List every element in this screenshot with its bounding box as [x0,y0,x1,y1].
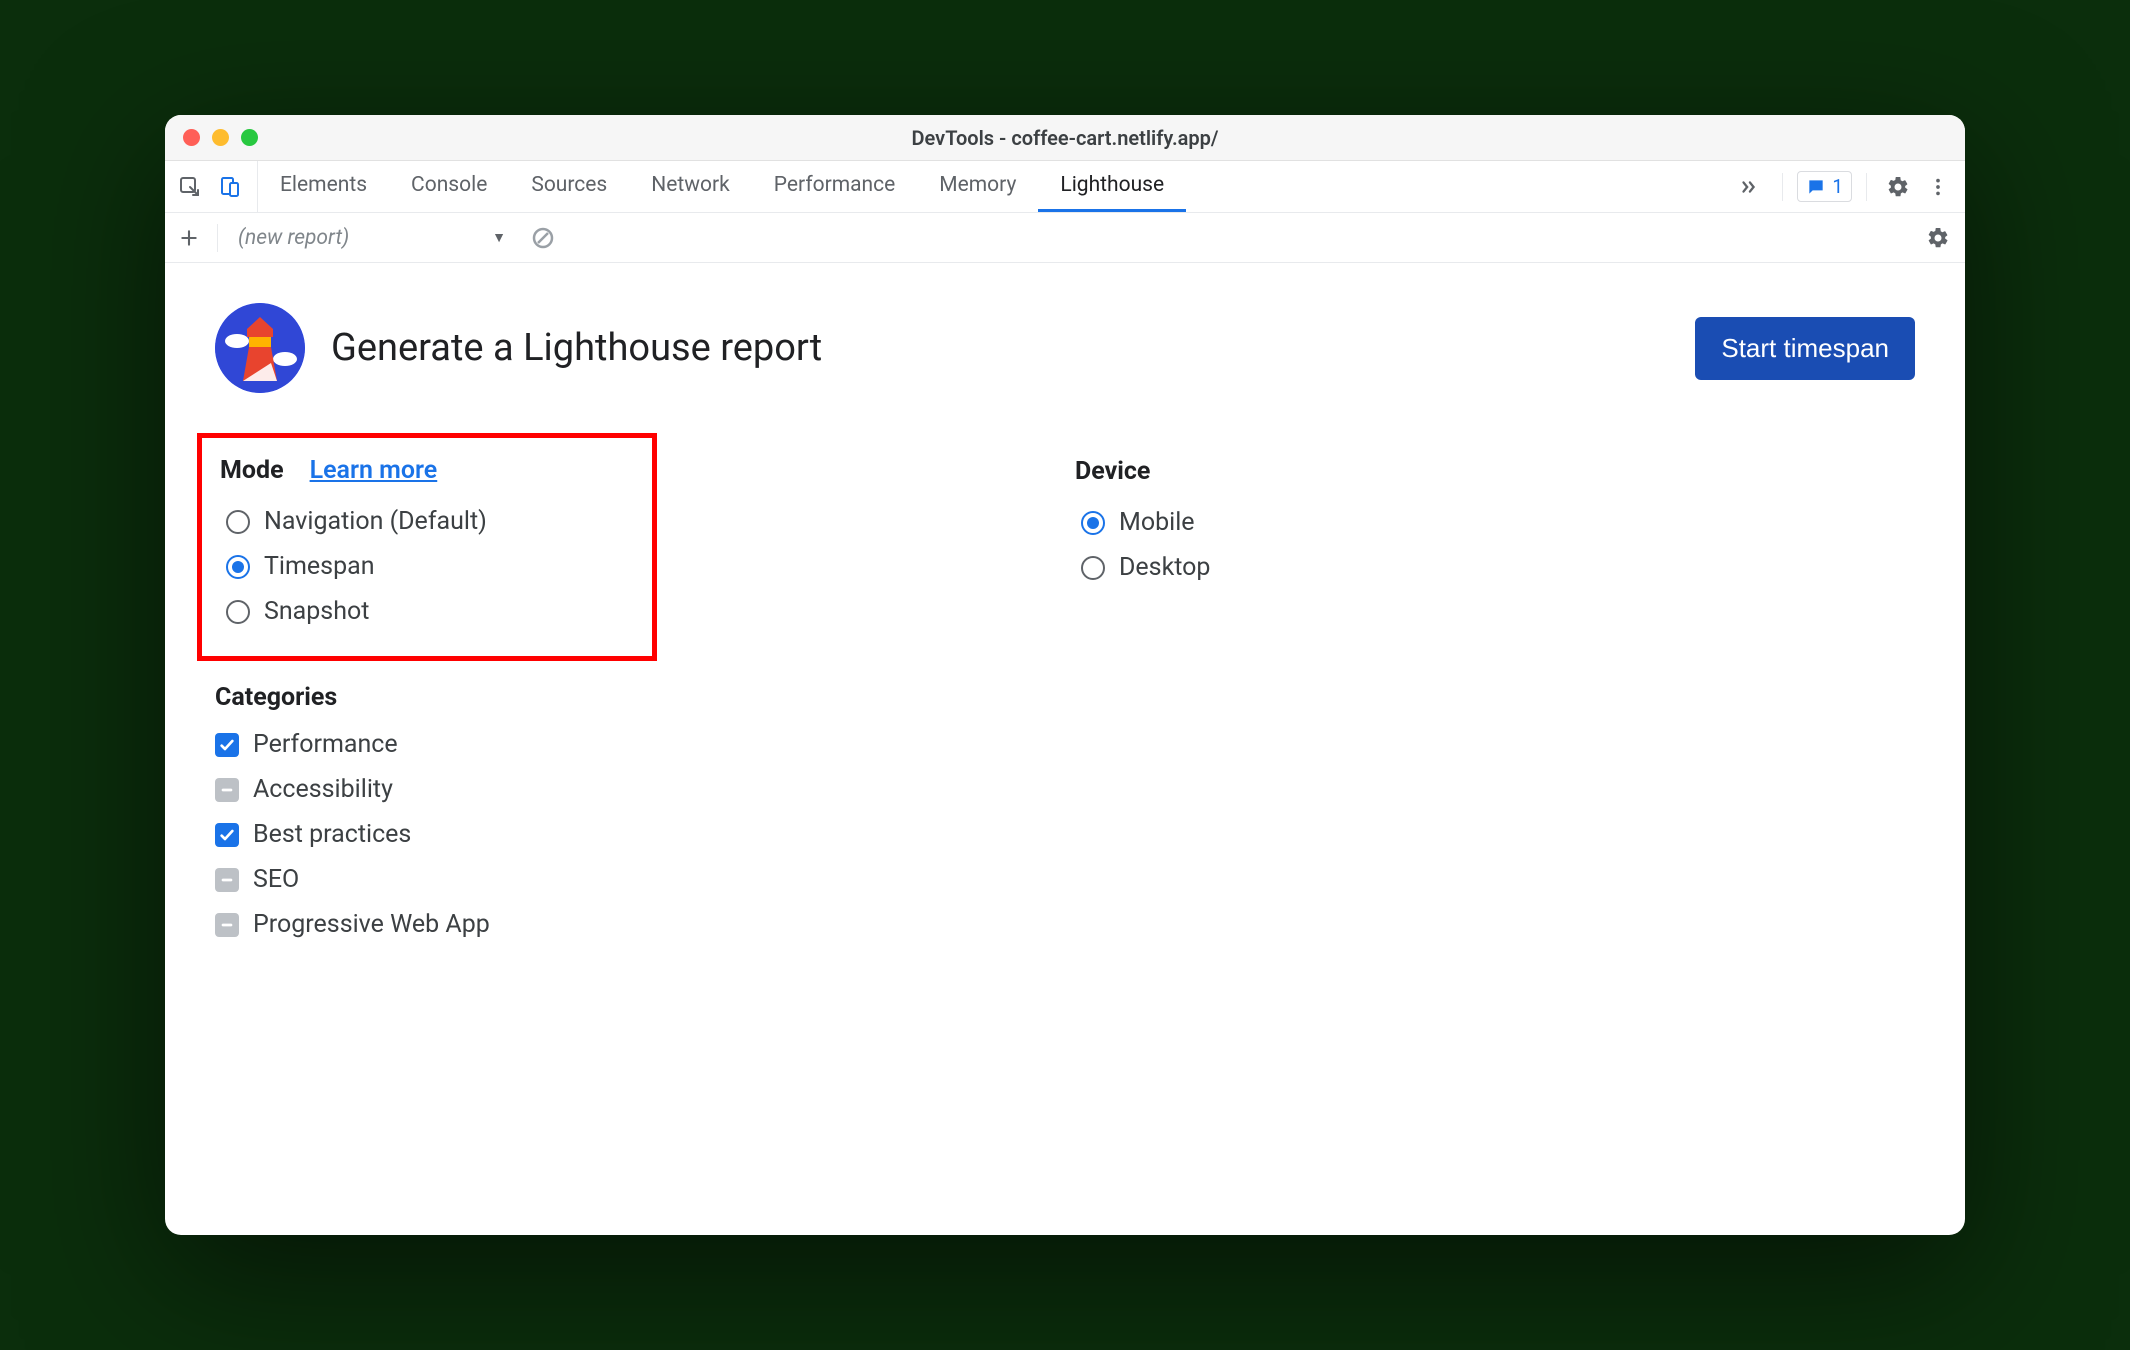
mode-option[interactable]: Snapshot [226,589,634,634]
report-dropdown[interactable]: (new report) ▼ [232,222,512,254]
report-dropdown-label: (new report) [238,226,349,250]
window-minimize-button[interactable] [212,129,229,146]
device-heading: Device [1075,457,1150,486]
device-toggle-icon[interactable] [213,170,247,204]
tab-sources[interactable]: Sources [509,161,629,212]
mode-option-label: Snapshot [264,597,369,626]
clear-icon[interactable] [526,221,560,255]
window-titlebar: DevTools - coffee-cart.netlify.app/ [165,115,1965,161]
separator [1866,173,1867,201]
window-title: DevTools - coffee-cart.netlify.app/ [165,126,1965,150]
device-option-label: Mobile [1119,508,1195,537]
tab-console[interactable]: Console [389,161,509,212]
category-option[interactable]: SEO [215,857,995,902]
radio-icon [226,600,250,624]
mode-option-label: Navigation (Default) [264,507,487,536]
tab-memory[interactable]: Memory [917,161,1038,212]
category-option-label: Accessibility [253,775,393,804]
categories-heading: Categories [215,683,337,712]
more-menu-icon[interactable] [1921,170,1955,204]
page-title: Generate a Lighthouse report [331,326,1669,370]
mode-learn-more-link[interactable]: Learn more [310,456,438,485]
devtools-tabs: ElementsConsoleSourcesNetworkPerformance… [258,161,1724,212]
checkbox-icon [215,823,239,847]
tab-performance[interactable]: Performance [752,161,917,212]
console-messages-count: 1 [1832,175,1843,198]
mode-options: Navigation (Default) Timespan Snapshot [220,499,634,634]
category-option[interactable]: Progressive Web App [215,902,995,947]
categories-options: Performance Accessibility Best practices SE… [215,722,995,947]
mode-option[interactable]: Navigation (Default) [226,499,634,544]
radio-icon [1081,556,1105,580]
settings-gear-icon[interactable] [1881,170,1915,204]
tab-elements[interactable]: Elements [258,161,389,212]
lighthouse-settings-icon[interactable] [1921,221,1955,255]
devtools-tabbar: ElementsConsoleSourcesNetworkPerformance… [165,161,1965,213]
checkbox-icon [215,778,239,802]
chevron-down-icon: ▼ [492,229,506,246]
window-zoom-button[interactable] [241,129,258,146]
lighthouse-panel: Generate a Lighthouse report Start times… [165,263,1965,1235]
category-option-label: Progressive Web App [253,910,490,939]
tab-network[interactable]: Network [629,161,752,212]
separator [217,224,218,252]
new-report-button[interactable] [175,224,203,252]
category-option[interactable]: Accessibility [215,767,995,812]
device-options: Mobile Desktop [1075,500,1915,590]
separator [1782,173,1783,201]
lighthouse-toolbar: (new report) ▼ [165,213,1965,263]
mode-heading: Mode [220,456,284,485]
mode-section-highlight: Mode Learn more Navigation (Default) Time… [197,433,657,661]
category-option-label: SEO [253,865,299,894]
mode-option[interactable]: Timespan [226,544,634,589]
device-option[interactable]: Mobile [1081,500,1915,545]
window-close-button[interactable] [183,129,200,146]
checkbox-icon [215,733,239,757]
category-option[interactable]: Best practices [215,812,995,857]
category-option-label: Best practices [253,820,411,849]
device-option-label: Desktop [1119,553,1210,582]
lighthouse-logo-icon [215,303,305,393]
inspect-element-icon[interactable] [173,170,207,204]
console-messages-badge[interactable]: 1 [1797,171,1852,202]
checkbox-icon [215,868,239,892]
start-timespan-button[interactable]: Start timespan [1695,317,1915,380]
category-option-label: Performance [253,730,398,759]
radio-icon [226,510,250,534]
tab-lighthouse[interactable]: Lighthouse [1038,161,1186,212]
tabs-overflow-icon[interactable] [1724,161,1774,212]
checkbox-icon [215,913,239,937]
device-option[interactable]: Desktop [1081,545,1915,590]
radio-icon [1081,511,1105,535]
mode-option-label: Timespan [264,552,375,581]
category-option[interactable]: Performance [215,722,995,767]
devtools-window: DevTools - coffee-cart.netlify.app/ [165,115,1965,1235]
radio-icon [226,555,250,579]
